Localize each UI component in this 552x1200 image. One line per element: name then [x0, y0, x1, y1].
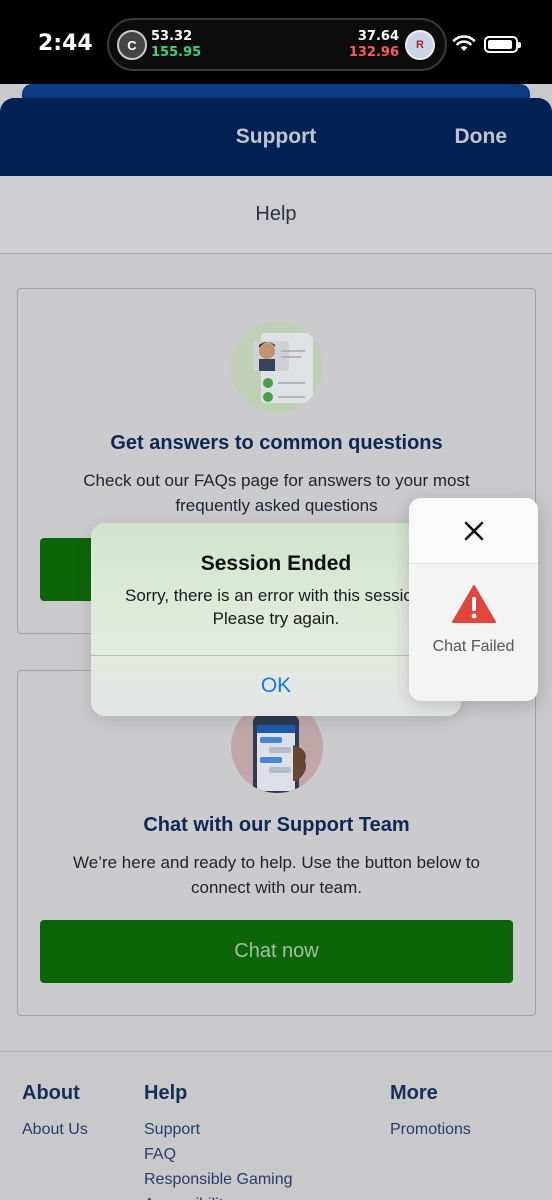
status-bar: 2:44 C 53.32 155.95 37.64 132.96 R [0, 0, 552, 84]
left-score-bottom: 155.95 [151, 45, 202, 60]
chat-failed-panel: Chat Failed [409, 498, 538, 701]
left-score-top: 53.32 [151, 29, 193, 44]
ok-button[interactable]: OK [91, 656, 461, 716]
session-ended-alert: Session Ended Sorry, there is an error w… [91, 523, 461, 716]
warning-triangle-icon [452, 585, 496, 623]
right-score-bottom: 132.96 [348, 45, 399, 60]
chat-failed-label: Chat Failed [432, 638, 515, 655]
alert-message: Sorry, there is an error with this sessi… [124, 586, 427, 628]
team-logo-icon: R [405, 30, 435, 60]
close-icon [464, 521, 483, 540]
wifi-icon [452, 35, 476, 51]
clock: 2:44 [38, 31, 93, 56]
team-logo-icon: C [117, 30, 147, 60]
dynamic-island-live-activity[interactable]: C 53.32 155.95 37.64 132.96 R [107, 18, 447, 71]
right-score-top: 37.64 [357, 29, 399, 44]
close-button[interactable] [409, 498, 538, 564]
battery-icon [484, 36, 521, 53]
alert-title: Session Ended [200, 552, 352, 575]
